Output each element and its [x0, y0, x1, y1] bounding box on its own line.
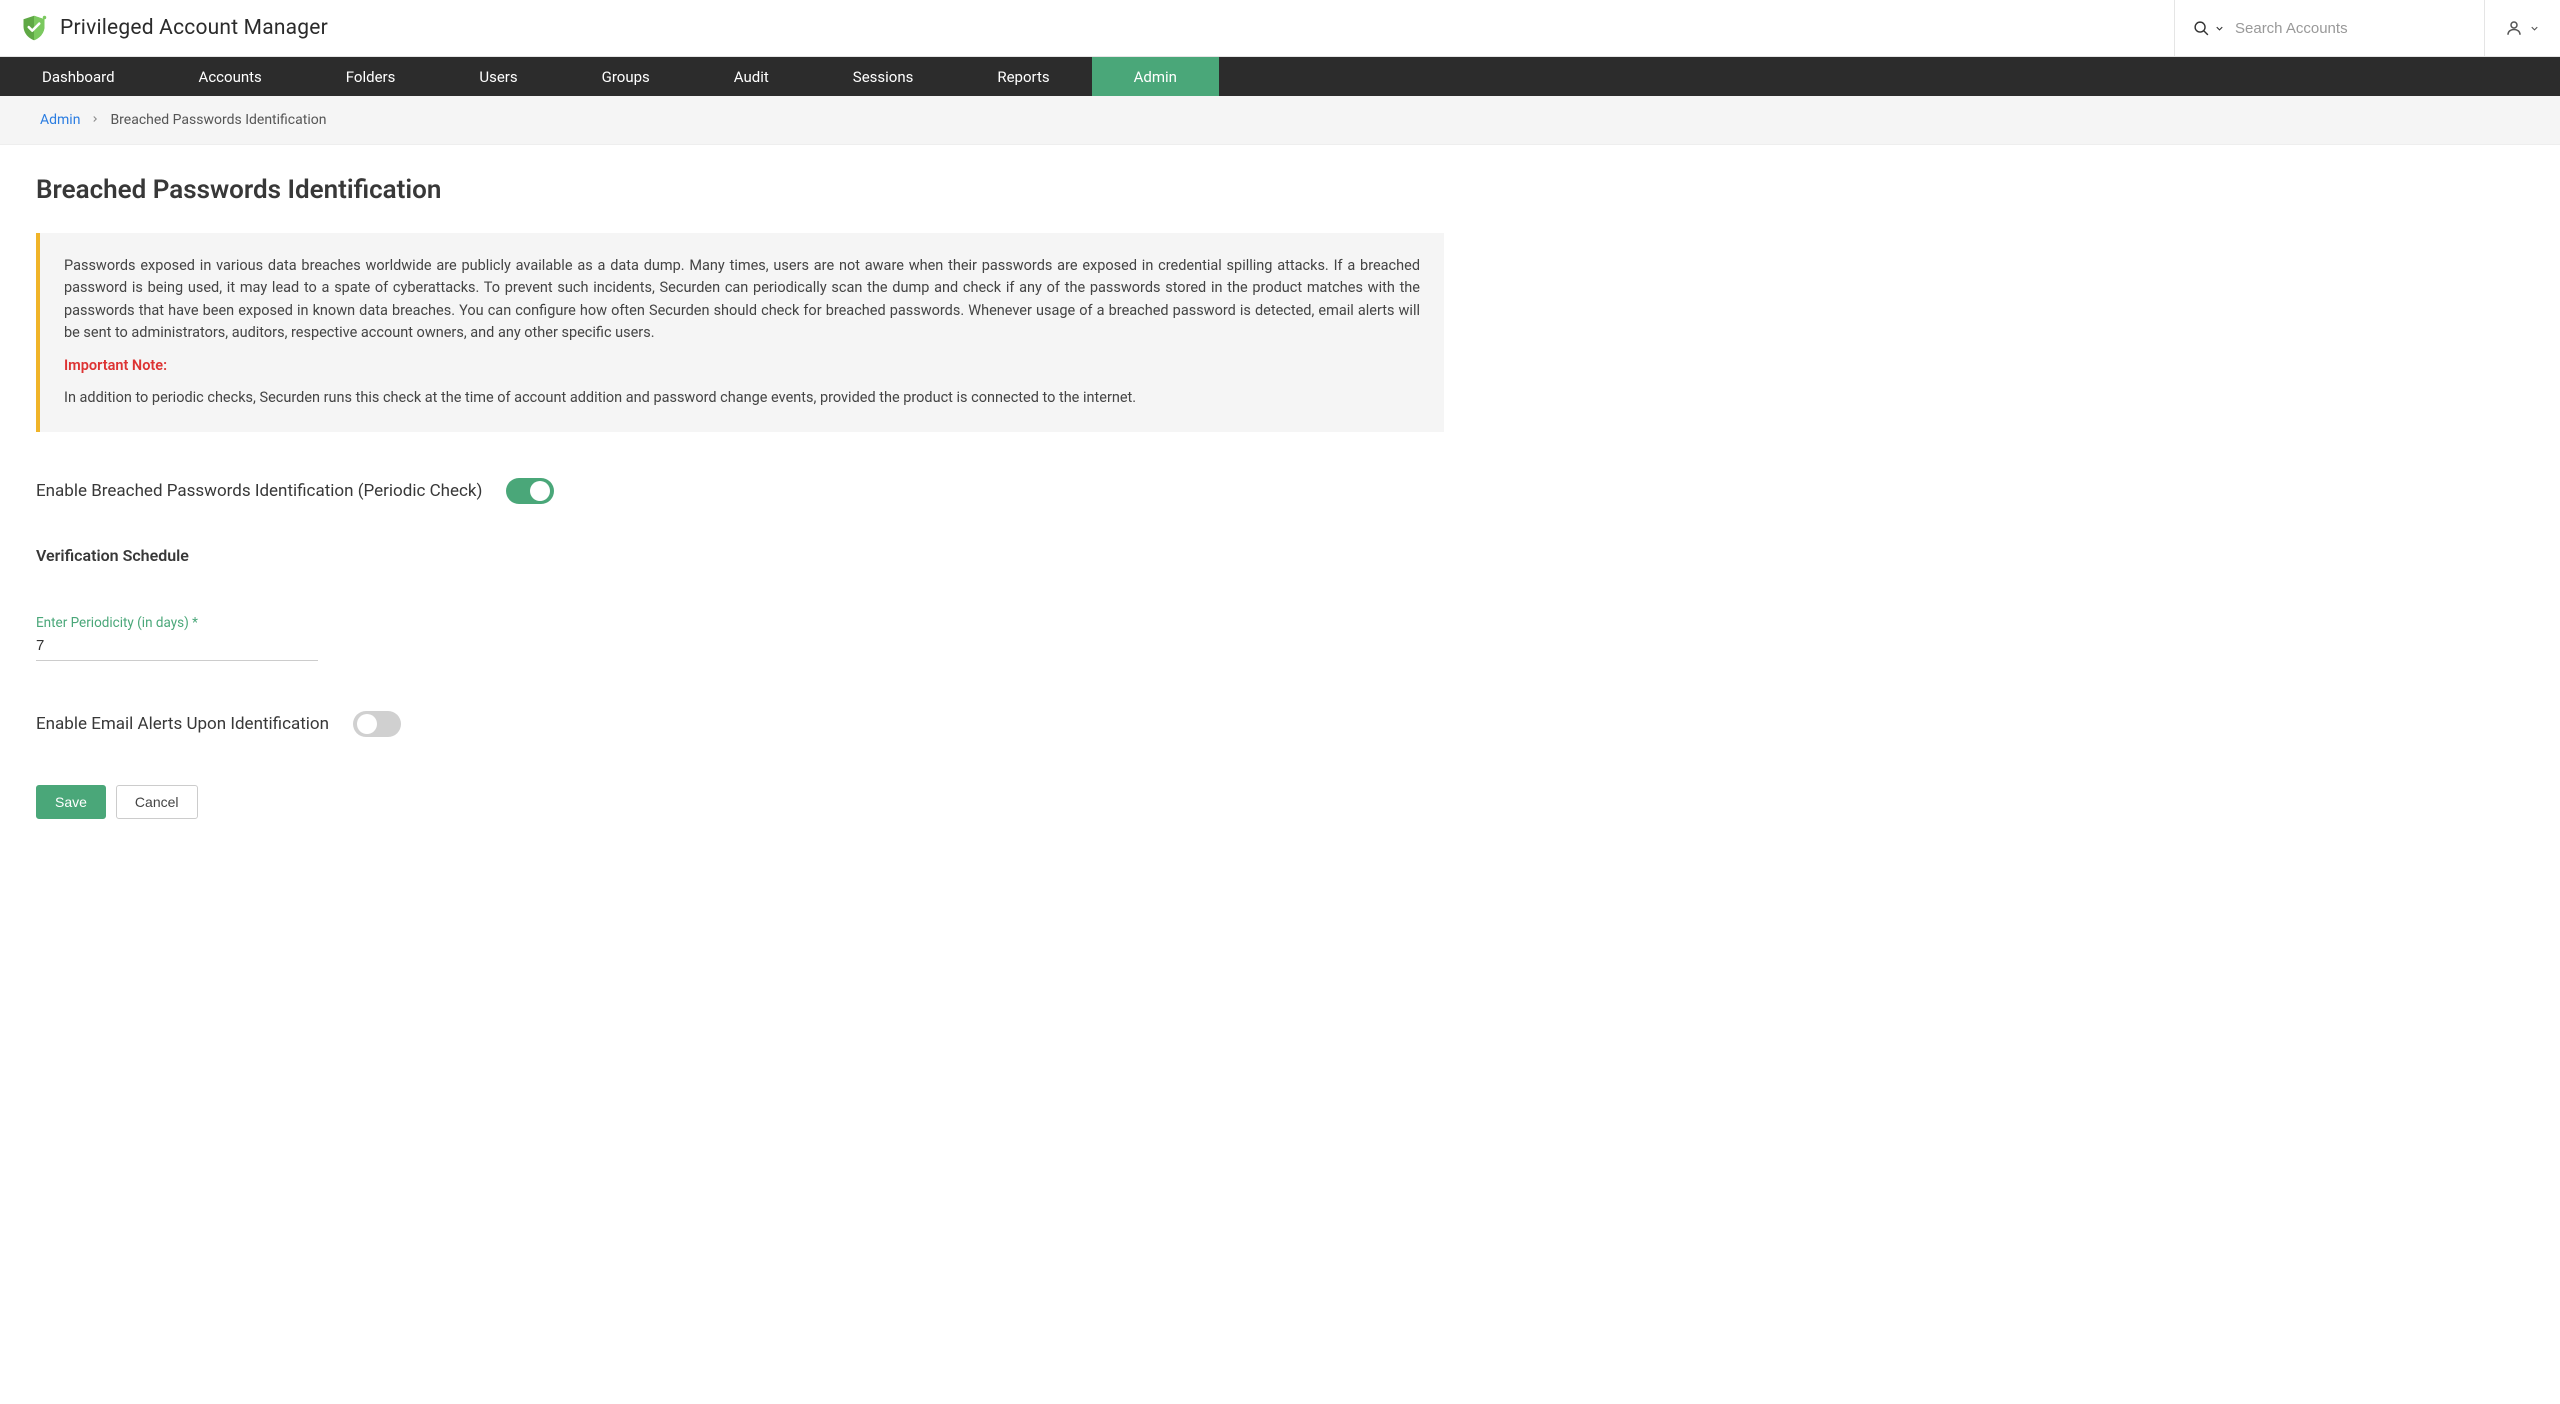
nav-reports[interactable]: Reports	[955, 57, 1091, 96]
nav-dashboard[interactable]: Dashboard	[0, 57, 157, 96]
logo-area: Privileged Account Manager	[20, 14, 2174, 42]
periodicity-field: Enter Periodicity (in days) *	[36, 615, 318, 661]
navbar: Dashboard Accounts Folders Users Groups …	[0, 57, 2560, 96]
toggle-knob	[357, 714, 377, 734]
verification-schedule-title: Verification Schedule	[36, 546, 1444, 565]
search-dropdown-trigger[interactable]	[2193, 20, 2225, 37]
user-menu[interactable]	[2484, 0, 2560, 56]
info-paragraph: Passwords exposed in various data breach…	[64, 255, 1420, 345]
important-note-label: Important Note:	[64, 355, 1420, 377]
info-box: Passwords exposed in various data breach…	[36, 233, 1444, 432]
nav-audit[interactable]: Audit	[692, 57, 811, 96]
enable-email-toggle[interactable]	[353, 711, 401, 737]
nav-sessions[interactable]: Sessions	[811, 57, 956, 96]
button-row: Save Cancel	[36, 785, 1444, 819]
toggle-knob	[530, 481, 550, 501]
breadcrumb-current: Breached Passwords Identification	[110, 112, 326, 128]
search-input[interactable]	[2235, 20, 2466, 37]
enable-periodic-toggle[interactable]	[506, 478, 554, 504]
nav-folders[interactable]: Folders	[304, 57, 438, 96]
nav-accounts[interactable]: Accounts	[157, 57, 304, 96]
nav-users[interactable]: Users	[437, 57, 559, 96]
chevron-down-icon	[2529, 23, 2540, 34]
nav-admin[interactable]: Admin	[1092, 57, 1219, 96]
required-indicator: *	[192, 615, 198, 631]
content: Breached Passwords Identification Passwo…	[0, 145, 1480, 849]
shield-logo-icon	[20, 14, 48, 42]
cancel-button[interactable]: Cancel	[116, 785, 198, 819]
enable-periodic-row: Enable Breached Passwords Identification…	[36, 478, 1444, 504]
chevron-down-icon	[2214, 23, 2225, 34]
breadcrumb: Admin Breached Passwords Identification	[0, 96, 2560, 145]
header: Privileged Account Manager	[0, 0, 2560, 57]
periodicity-input[interactable]	[36, 633, 318, 661]
save-button[interactable]: Save	[36, 785, 106, 819]
app-title: Privileged Account Manager	[60, 16, 328, 40]
chevron-right-icon	[90, 112, 100, 128]
search-section	[2174, 0, 2484, 56]
periodicity-label: Enter Periodicity (in days) *	[36, 615, 318, 631]
enable-email-label: Enable Email Alerts Upon Identification	[36, 714, 329, 734]
page-title: Breached Passwords Identification	[36, 175, 1444, 205]
nav-groups[interactable]: Groups	[560, 57, 692, 96]
breadcrumb-root-link[interactable]: Admin	[40, 112, 80, 128]
enable-email-row: Enable Email Alerts Upon Identification	[36, 711, 1444, 737]
user-icon	[2505, 19, 2523, 37]
search-icon	[2193, 20, 2210, 37]
info-paragraph: In addition to periodic checks, Securden…	[64, 387, 1420, 409]
enable-periodic-label: Enable Breached Passwords Identification…	[36, 481, 482, 501]
periodicity-label-text: Enter Periodicity (in days)	[36, 615, 189, 631]
